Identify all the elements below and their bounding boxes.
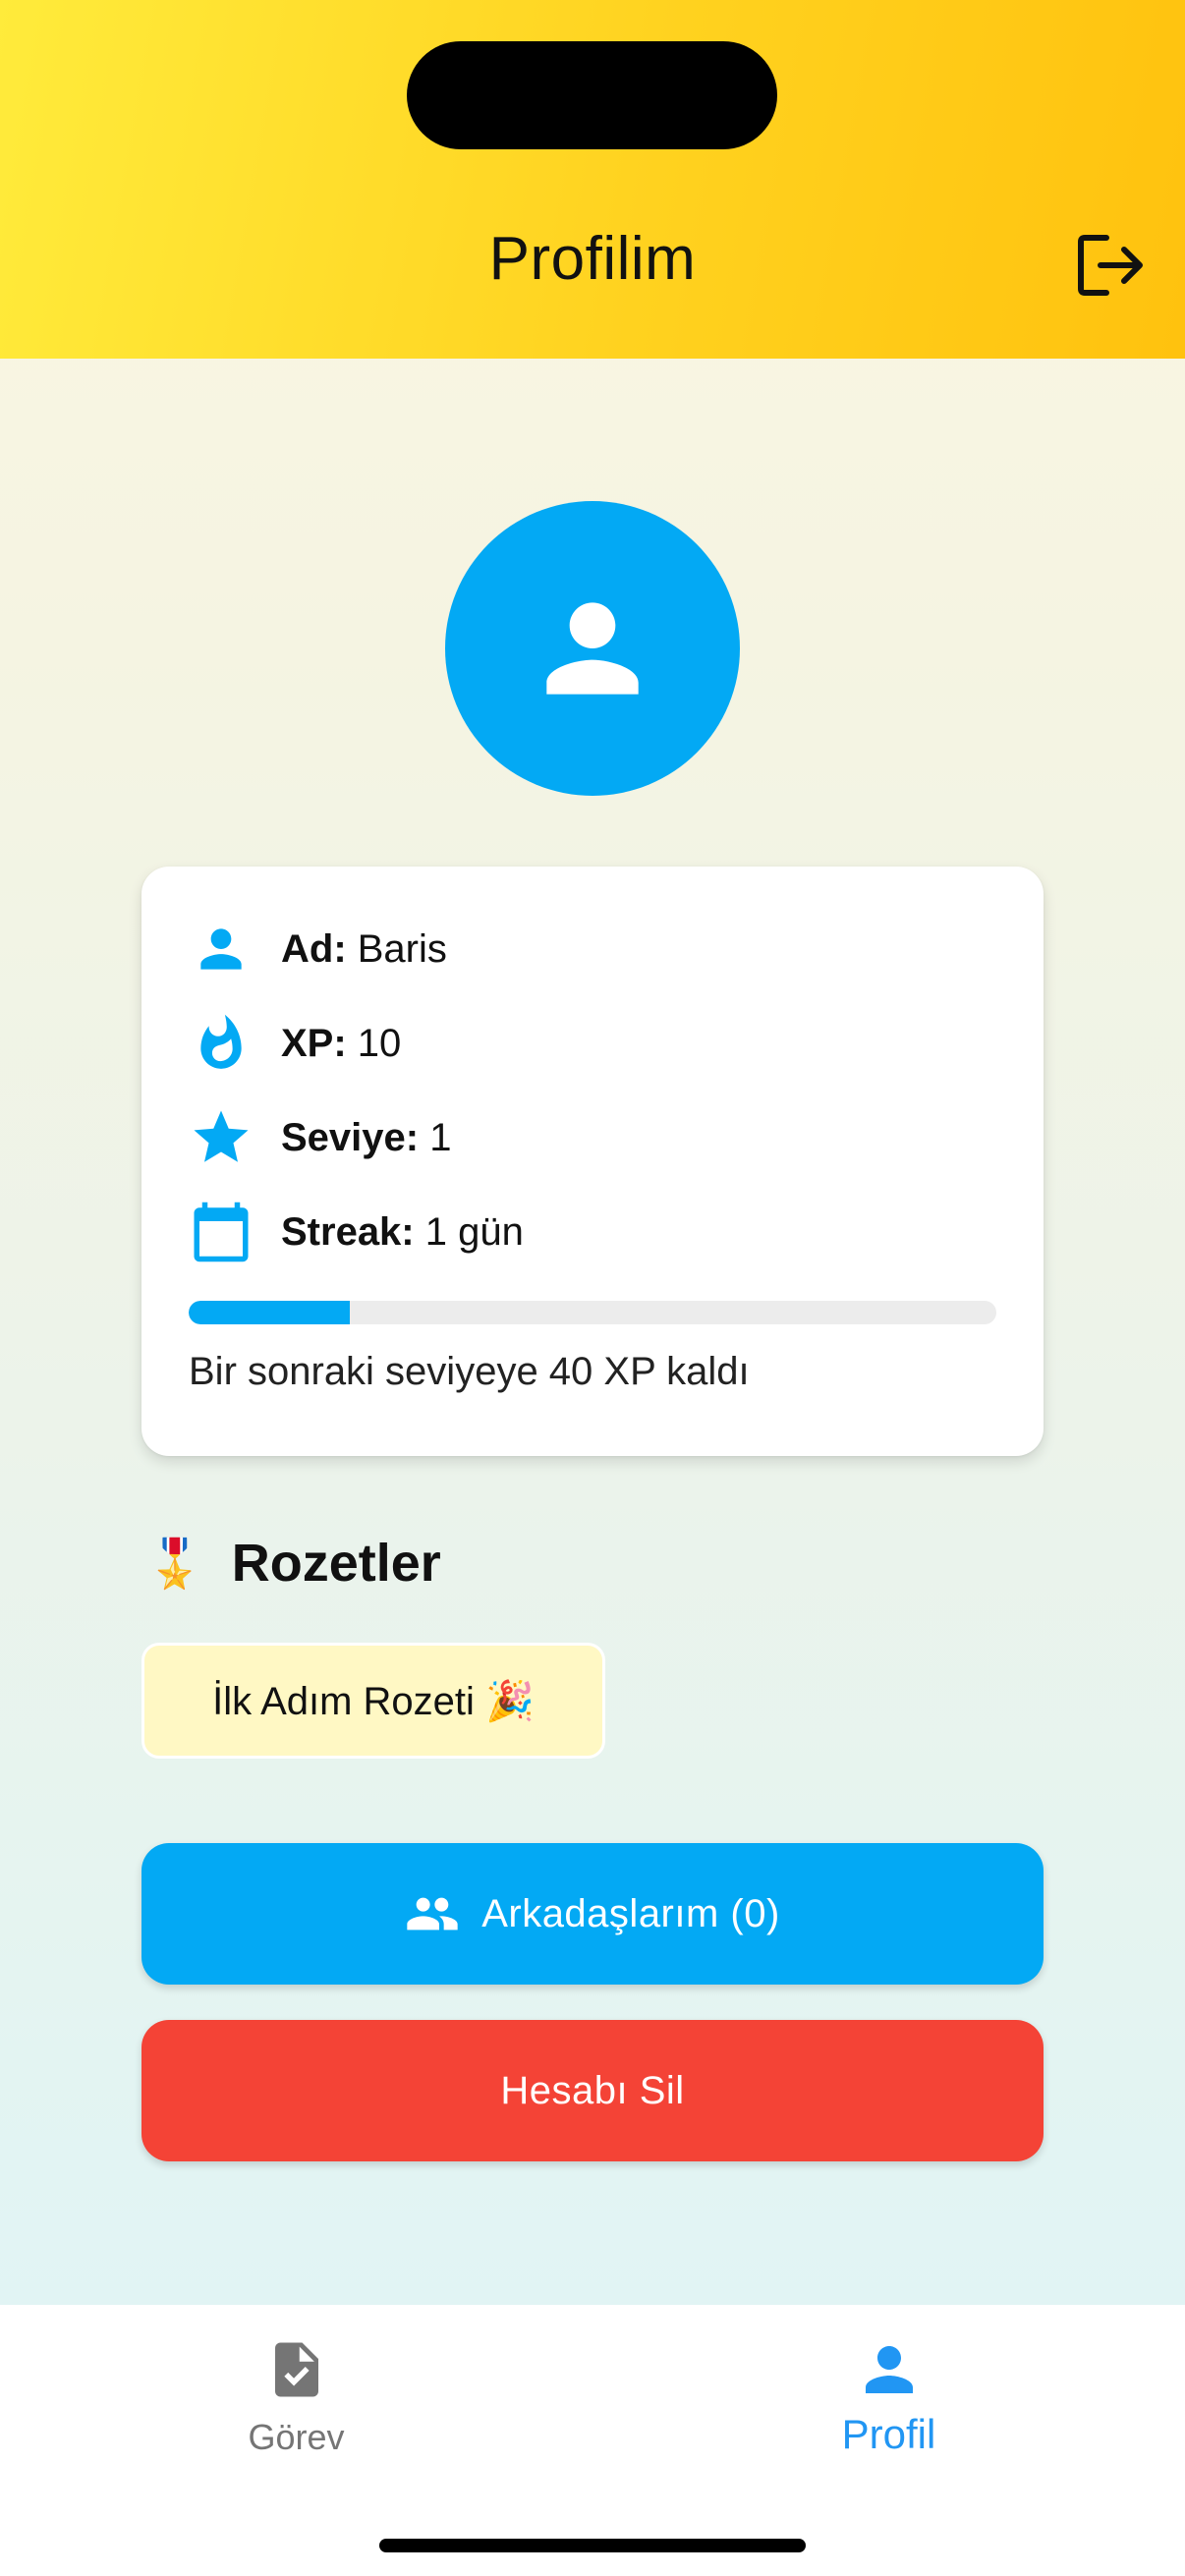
level-label: Seviye:: [281, 1115, 420, 1159]
nav-label-gorev: Görev: [248, 2417, 345, 2457]
star-icon: [189, 1105, 254, 1170]
medal-icon: 🎖️: [145, 1538, 204, 1591]
task-icon: [274, 2342, 318, 2397]
calendar-icon: [189, 1200, 254, 1264]
delete-account-label: Hesabı Sil: [500, 2068, 685, 2112]
page-title: Profilim: [488, 225, 697, 293]
friends-button-label: Arkadaşlarım (0): [481, 1891, 780, 1935]
app-bar: Profilim: [0, 0, 1185, 359]
level-row: Seviye: 1: [189, 1102, 451, 1173]
xp-label: XP:: [281, 1021, 347, 1065]
nav-item-gorev[interactable]: Görev: [0, 2330, 592, 2458]
badges-header: 🎖️ Rozetler: [145, 1533, 441, 1594]
level-value: 1: [419, 1115, 452, 1159]
badges-title: Rozetler: [231, 1534, 441, 1593]
nav-item-profil[interactable]: Profil: [592, 2330, 1185, 2458]
name-row: Ad: Baris: [189, 914, 447, 984]
streak-value: 1 gün: [414, 1209, 524, 1254]
friends-button[interactable]: Arkadaşlarım (0): [141, 1843, 1044, 1985]
home-indicator: [379, 2539, 806, 2552]
streak-row: Streak: 1 gün: [189, 1197, 524, 1267]
person-icon: [189, 917, 254, 981]
streak-label: Streak:: [281, 1209, 415, 1254]
next-level-text: Bir sonraki seviyeye 40 XP kaldı: [189, 1350, 750, 1393]
xp-value: 10: [346, 1021, 402, 1065]
person-icon: [865, 2346, 913, 2393]
profile-info-card: Ad: Baris XP: 10 Seviye: 1 Streak: 1 gün…: [141, 867, 1044, 1456]
bottom-navigation: Görev Profil: [0, 2305, 1185, 2576]
fire-icon: [189, 1011, 254, 1076]
delete-account-button[interactable]: Hesabı Sil: [141, 2020, 1044, 2161]
people-icon: [407, 1897, 458, 1931]
person-icon: [546, 602, 639, 695]
avatar: [445, 501, 740, 796]
xp-progress-fill: [189, 1301, 351, 1324]
logout-icon[interactable]: [1077, 232, 1148, 299]
badge-chip: İlk Adım Rozeti 🎉: [141, 1643, 605, 1759]
xp-progress-bar: [189, 1301, 996, 1324]
nav-label-profil: Profil: [841, 2411, 936, 2457]
name-label: Ad:: [281, 926, 347, 971]
dynamic-island: [407, 41, 777, 149]
xp-row: XP: 10: [189, 1008, 401, 1079]
name-value: Baris: [346, 926, 447, 971]
